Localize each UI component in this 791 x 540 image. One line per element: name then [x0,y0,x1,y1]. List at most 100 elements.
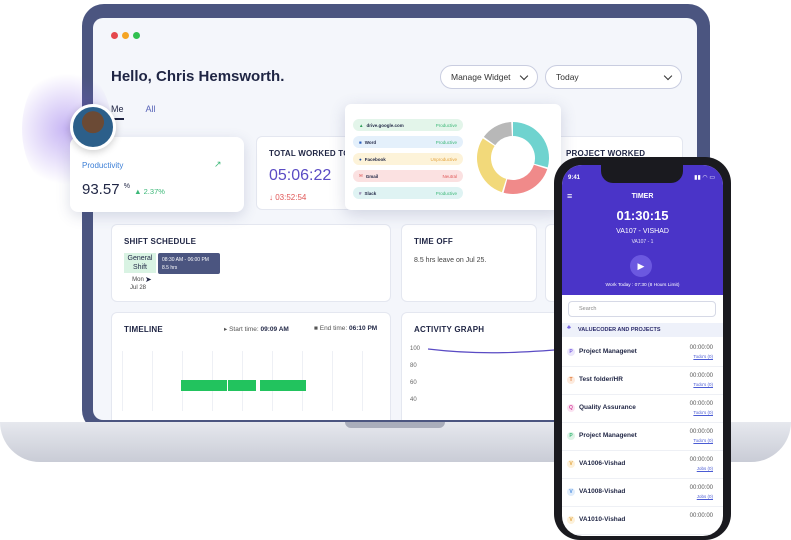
app-name: Slack [364,190,377,196]
project-time: 00:00:00 [689,513,713,519]
project-row[interactable]: V VA1010-Vishad 00:00:00 [562,507,723,535]
app-status: Productive [435,139,457,145]
total-worked-value: 05:06:22 [269,167,332,184]
section-label: VALUECODER AND PROJECTS [578,327,661,333]
timer-title: TIMER [631,193,654,200]
close-dot[interactable] [111,32,118,39]
project-row[interactable]: P Project Managenet 00:00:00 Todo's (0) [562,339,723,367]
project-icon: V [567,488,575,496]
project-icon: P [567,432,575,440]
phone-screen: 9:41 ▮▮ ◠ ▭ ≡ TIMER 01:30:15 VA107 - VIS… [562,165,723,536]
timeline-bar[interactable] [181,380,227,391]
greeting-title: Hello, Chris Hemsworth. [111,68,285,85]
productivity-change: ▲ 2.37% [134,187,165,196]
project-link[interactable]: Todo's (0) [693,382,713,387]
project-row[interactable]: Q Quality Assurance 00:00:00 Todo's (0) [562,395,723,423]
total-worked-delta-value: 03:52:54 [275,193,307,202]
project-name: Quality Assurance [579,404,636,411]
search-placeholder: Search [579,306,597,312]
project-row[interactable]: V VA1008-Vishad 00:00:00 Jobs (0) [562,479,723,507]
manage-widget-label: Manage Widget [451,72,511,82]
app-name: Gmail [365,173,379,179]
project-search-input[interactable]: Search [568,301,716,317]
app-status: Unproductive [430,156,457,162]
total-worked-title: TOTAL WORKED TO [269,149,350,158]
total-worked-delta: ↓ 03:52:54 [269,193,307,202]
y-tick: 100 [410,346,421,352]
timeline-start-label: Start time: [229,326,259,333]
timer-user-sub: VA107 - 1 [631,239,654,245]
slack-icon: # [359,190,362,196]
gmail-icon: ✉ [359,173,363,178]
chevron-down-icon [519,71,529,80]
project-icon: V [567,516,575,524]
app-row-slack[interactable]: # Slack Productive [353,187,463,199]
app-name: Facebook [364,156,386,162]
project-row[interactable]: V VA1006-Vishad 00:00:00 Jobs (0) [562,451,723,479]
timeline-end-label: End time: [319,325,348,332]
timer-header: 9:41 ▮▮ ◠ ▭ ≡ TIMER 01:30:15 VA107 - VIS… [562,165,723,295]
timeline-title: TIMELINE [124,325,163,334]
user-avatar[interactable] [70,104,116,150]
project-link[interactable]: Todo's (0) [693,410,713,415]
timeline-bar[interactable] [228,380,256,391]
project-time: 00:00:00 [689,485,713,491]
timeline-start: ▸ Start time: 09:09 AM [224,326,289,333]
app-row-drive[interactable]: ▲ drive.google.com Productive [353,119,463,131]
project-icon: V [567,460,575,468]
project-row[interactable]: T Test folder/HR 00:00:00 Todo's (0) [562,367,723,395]
project-link[interactable]: Todo's (0) [693,354,713,359]
project-time: 00:00:00 [689,401,713,407]
timeline-card: TIMELINE ▸ Start time: 09:09 AM ■ End ti… [111,312,391,420]
project-time: 00:00:00 [689,373,713,379]
timeline-end: ■ End time: 06:10 PM [314,325,378,332]
app-status: Neutral [442,173,457,179]
laptop-notch [345,422,445,428]
project-time: 00:00:00 [689,457,713,463]
donut-slice [483,122,512,146]
general-shift-block[interactable]: General Shift [124,253,156,273]
project-link[interactable]: Todo's (0) [693,438,713,443]
shift-date: Mon Jul 28 [130,276,146,292]
date-select[interactable]: Today [545,65,682,89]
maximize-dot[interactable] [133,32,140,39]
y-tick: 40 [410,397,417,403]
cursor-icon: ➤ [145,275,152,284]
app-row-facebook[interactable]: ● Facebook Unproductive [353,153,463,165]
productivity-unit: % [123,183,130,190]
project-name: VA1006-Vishad [579,460,626,467]
project-icon: Q [567,404,575,412]
app-row-gmail[interactable]: ✉ Gmail Neutral [353,170,463,182]
scope-tabs: Me All [111,104,156,120]
drive-icon: ▲ [359,122,364,128]
manage-widget-dropdown[interactable]: Manage Widget [440,65,538,89]
shift-schedule-card: SHIFT SCHEDULE General Shift 08:30 AM - … [111,224,391,302]
work-today: Work Today : 07:30 (8 Hours Limit) [605,283,680,288]
project-icon: P [567,348,575,356]
app-row-word[interactable]: ■ Word Productive [353,136,463,148]
facebook-icon: ● [359,156,362,162]
play-button[interactable]: ▶ [630,255,652,277]
project-name: Project Managenet [579,432,637,439]
productivity-title: Productivity [82,161,124,170]
productivity-value: 93.57 % ▲ 2.37% [82,181,165,198]
word-icon: ■ [359,139,362,145]
productivity-number: 93.57 [82,181,120,198]
project-link[interactable]: Jobs (0) [697,494,713,499]
project-row[interactable]: P Project Managenet 00:00:00 Todo's (0) [562,423,723,451]
org-icon: ♣ [567,325,571,331]
minimize-dot[interactable] [122,32,129,39]
project-name: VA1010-Vishad [579,516,626,523]
timer-user: VA107 - VISHAD [616,228,669,235]
tab-all[interactable]: All [146,104,156,120]
donut-slice [503,164,548,194]
timer-value: 01:30:15 [616,208,669,223]
activity-y-axis: 100 80 60 40 [410,341,420,409]
project-link[interactable]: Jobs (0) [697,466,713,471]
status-icons: ▮▮ ◠ ▭ [694,175,715,181]
timeline-bar[interactable] [260,380,306,391]
date-select-label: Today [556,72,579,82]
shift-label-line2: Shift [132,264,147,271]
shift-tooltip-time: 08:30 AM - 06:00 PM [162,257,209,263]
shift-tooltip-hours: 8.5 hrs [162,265,178,271]
